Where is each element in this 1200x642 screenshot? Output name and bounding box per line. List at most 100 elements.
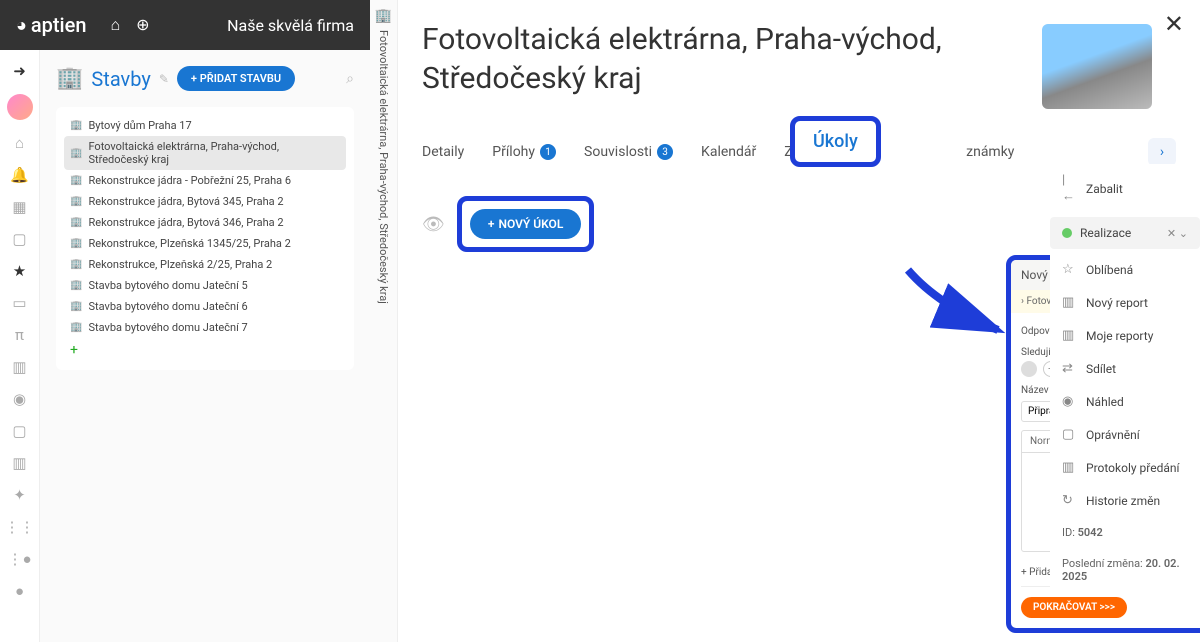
share-icon: ⇄ bbox=[1062, 361, 1078, 376]
tab-detaily[interactable]: Detaily bbox=[422, 144, 464, 160]
tab-souvislosti[interactable]: Souvislosti3 bbox=[584, 144, 673, 160]
list-item[interactable]: 🏢Stavba bytového domu Jateční 6 bbox=[64, 296, 346, 317]
new-task-button[interactable]: +NOVÝ ÚKOL bbox=[470, 209, 581, 239]
home-icon[interactable]: ⌂ bbox=[111, 15, 121, 35]
add-stavba-button[interactable]: + PŘIDAT STAVBU bbox=[177, 66, 295, 91]
brand-logo[interactable]: ◕ aptien bbox=[16, 13, 87, 37]
add-icon[interactable]: ⊕ bbox=[136, 15, 149, 35]
prilohy-badge: 1 bbox=[540, 144, 556, 160]
tab-ukoly[interactable]: Úkoly bbox=[813, 131, 858, 152]
hero-image[interactable] bbox=[1042, 24, 1152, 109]
add-list-item-button[interactable]: + bbox=[64, 338, 346, 362]
status-clear-icon[interactable]: ✕ ⌄ bbox=[1167, 227, 1188, 240]
grid-icon[interactable]: ⋮⋮ bbox=[5, 518, 35, 536]
protocol-icon: ▥ bbox=[1062, 460, 1078, 475]
list-item[interactable]: 🏢Rekonstrukce, Plzeňská 1345/25, Praha 2 bbox=[64, 233, 346, 254]
pin-icon[interactable]: π bbox=[15, 326, 24, 344]
tab-prilohy[interactable]: Přílohy1 bbox=[492, 144, 556, 160]
star-icon[interactable]: ★ bbox=[13, 262, 26, 280]
enter-icon[interactable]: ➜ bbox=[13, 62, 26, 80]
building-small-icon: 🏢 bbox=[70, 301, 82, 312]
rp-last-change: Poslední změna: 20. 02. 2025 bbox=[1050, 548, 1200, 592]
tab-ukoly-highlight: Úkoly bbox=[790, 116, 881, 167]
reports-icon: ▥ bbox=[1062, 328, 1078, 343]
person-icon[interactable]: ◉ bbox=[13, 390, 26, 408]
tab-kalendar[interactable]: Kalendář bbox=[701, 144, 756, 160]
rp-share[interactable]: ⇄Sdílet bbox=[1050, 352, 1200, 385]
rp-permissions[interactable]: ▢Oprávnění bbox=[1050, 418, 1200, 451]
rp-status[interactable]: Realizace✕ ⌄ bbox=[1050, 217, 1200, 249]
continue-button[interactable]: POKRAČOVAT >>> bbox=[1021, 597, 1127, 618]
rp-protocols[interactable]: ▥Protokoly předání bbox=[1050, 451, 1200, 484]
rp-new-report[interactable]: ▥Nový report bbox=[1050, 286, 1200, 319]
building-icon: 🏢 bbox=[56, 66, 83, 91]
vertical-tab-text: Fotovoltaická elektrárna, Praha-východ, … bbox=[377, 30, 390, 304]
doc-icon[interactable]: ▭ bbox=[12, 294, 26, 312]
rp-collapse[interactable]: |←Zabalit bbox=[1050, 164, 1200, 213]
building-small-icon: 🏢 bbox=[70, 322, 82, 333]
list-item[interactable]: 🏢Rekonstrukce jádra, Bytová 345, Praha 2 bbox=[64, 191, 346, 212]
tab-znamky[interactable]: známky bbox=[966, 144, 1014, 160]
building-small-icon: 🏢 bbox=[70, 259, 82, 270]
tab-more-icon[interactable]: › bbox=[1148, 138, 1176, 166]
calendar-icon[interactable]: ▦ bbox=[12, 198, 26, 216]
building-small-icon: 🏢 bbox=[70, 196, 82, 207]
pencil-icon[interactable]: ✎ bbox=[159, 72, 169, 86]
stavby-list: 🏢Bytový dům Praha 17 🏢Fotovoltaická elek… bbox=[56, 107, 354, 370]
history-icon: ↻ bbox=[1062, 493, 1078, 508]
rp-id: ID: 5042 bbox=[1050, 517, 1200, 548]
chart-icon[interactable]: ▥ bbox=[12, 358, 26, 376]
building-small-icon: 🏢 bbox=[70, 280, 82, 291]
company-title: Naše skvělá firma bbox=[227, 16, 354, 35]
lock-icon: ▢ bbox=[1062, 427, 1078, 442]
list-item[interactable]: 🏢Rekonstrukce, Plzeňská 2/25, Praha 2 bbox=[64, 254, 346, 275]
follower-avatar-icon bbox=[1021, 361, 1037, 377]
topbar: ◕ aptien ⌂ ⊕ Naše skvělá firma bbox=[0, 0, 370, 50]
bell-icon[interactable]: 🔔 bbox=[10, 166, 29, 184]
annotation-arrow-icon bbox=[898, 265, 1018, 355]
building-tab-icon: 🏢 bbox=[375, 8, 392, 24]
list-item[interactable]: 🏢Stavba bytového domu Jateční 7 bbox=[64, 317, 346, 338]
list-item[interactable]: 🏢Rekonstrukce jádra, Bytová 346, Praha 2 bbox=[64, 212, 346, 233]
list-item[interactable]: 🏢Fotovoltaická elektrárna, Praha-východ,… bbox=[64, 136, 346, 170]
souvislosti-badge: 3 bbox=[657, 144, 673, 160]
preview-icon: ◉ bbox=[1062, 394, 1078, 409]
rp-history[interactable]: ↻Historie změn bbox=[1050, 484, 1200, 517]
building-small-icon: 🏢 bbox=[70, 238, 82, 249]
building-small-icon: 🏢 bbox=[70, 148, 82, 159]
rp-preview[interactable]: ◉Náhled bbox=[1050, 385, 1200, 418]
clipboard-icon[interactable]: ▢ bbox=[12, 230, 26, 248]
list-item[interactable]: 🏢Rekonstrukce jádra - Pobřežní 25, Praha… bbox=[64, 170, 346, 191]
home-rail-icon[interactable]: ⌂ bbox=[15, 134, 24, 152]
building-small-icon: 🏢 bbox=[70, 120, 82, 131]
rp-my-reports[interactable]: ▥Moje reporty bbox=[1050, 319, 1200, 352]
eye-icon[interactable]: 👁 bbox=[422, 214, 445, 235]
new-task-highlight: +NOVÝ ÚKOL bbox=[457, 196, 594, 252]
close-icon[interactable]: ✕ bbox=[1164, 10, 1184, 38]
report-icon: ▥ bbox=[1062, 295, 1078, 310]
user-avatar-icon[interactable] bbox=[7, 94, 33, 120]
icon-rail: ➜ ⌂ 🔔 ▦ ▢ ★ ▭ π ▥ ◉ ▢ ▥ ✦ ⋮⋮ ⋮● ● bbox=[0, 50, 40, 642]
list-item[interactable]: 🏢Stavba bytového domu Jateční 5 bbox=[64, 275, 346, 296]
collapse-icon: |← bbox=[1062, 173, 1078, 204]
library-icon[interactable]: ▥ bbox=[12, 454, 26, 472]
group-icon[interactable]: ⋮● bbox=[7, 550, 31, 568]
graph-icon[interactable]: ✦ bbox=[13, 486, 26, 504]
star-outline-icon: ☆ bbox=[1062, 262, 1078, 277]
sidebar-section-title[interactable]: Stavby bbox=[91, 67, 150, 91]
list-item[interactable]: 🏢Bytový dům Praha 17 bbox=[64, 115, 346, 136]
rp-favorite[interactable]: ☆Oblíbená bbox=[1050, 253, 1200, 286]
search-icon[interactable]: ⌕ bbox=[346, 71, 354, 87]
right-panel: |←Zabalit Realizace✕ ⌄ ☆Oblíbená ▥Nový r… bbox=[1050, 164, 1200, 592]
box-icon[interactable]: ▢ bbox=[12, 422, 26, 440]
page-title: Fotovoltaická elektrárna, Praha-východ, … bbox=[422, 20, 1002, 98]
building-small-icon: 🏢 bbox=[70, 175, 82, 186]
status-dot-icon bbox=[1062, 228, 1072, 238]
detail-tabs: Detaily Přílohy1 Souvislosti3 Kalendář Z… bbox=[422, 138, 1176, 166]
building-small-icon: 🏢 bbox=[70, 217, 82, 228]
vertical-breadcrumb-tab[interactable]: 🏢 Fotovoltaická elektrárna, Praha-východ… bbox=[370, 0, 398, 642]
person2-icon[interactable]: ● bbox=[15, 582, 24, 600]
brand-icon: ◕ bbox=[16, 15, 27, 36]
brand-text: aptien bbox=[31, 13, 87, 37]
sidebar: 🏢 Stavby ✎ + PŘIDAT STAVBU ⌕ 🏢Bytový dům… bbox=[40, 50, 370, 642]
